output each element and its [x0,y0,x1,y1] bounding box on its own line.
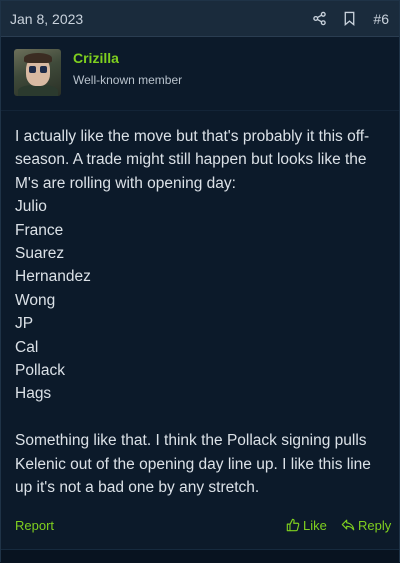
forum-post: Jan 8, 2023 #6 Crizilla Well-known membe… [0,0,400,563]
share-icon[interactable] [311,11,327,27]
body-line: up it's not a bad one by any stretch. [15,479,260,497]
user-block: Crizilla Well-known member [1,37,399,111]
post-footer: Report Like Reply [1,511,399,539]
body-blank-line [15,406,387,429]
bookmark-icon[interactable] [341,11,357,27]
body-line: Suarez [15,245,65,263]
reply-label: Reply [358,517,392,533]
thumbs-up-icon [286,518,303,532]
body-line: Julio [15,198,47,216]
body-line: Something like that. I think the Pollack… [15,432,367,450]
bottom-divider [1,549,399,563]
body-line: Hernandez [15,268,91,286]
post-date[interactable]: Jan 8, 2023 [10,11,301,27]
body-line: JP [15,315,34,333]
body-line: I actually like the move but that's prob… [15,128,370,145]
reply-arrow-icon [341,518,358,532]
body-line: M's are rolling with opening day: [15,174,236,192]
avatar[interactable] [14,49,61,96]
like-label: Like [303,517,327,533]
post-body: I actually like the move but that's prob… [15,125,387,499]
body-line: France [15,221,64,239]
user-title: Well-known member [73,73,183,87]
body-line: Hags [15,385,52,403]
username[interactable]: Crizilla [73,50,119,66]
body-line: Wong [15,291,56,309]
body-line: Pollack [15,362,65,380]
report-link[interactable]: Report [15,518,54,533]
post-header: Jan 8, 2023 #6 [1,1,399,37]
reply-button[interactable]: Reply [341,518,391,533]
body-line: Kelenic out of the opening day line up. … [15,455,371,473]
body-line: Cal [15,338,39,356]
post-number[interactable]: #6 [373,11,389,27]
like-button[interactable]: Like [286,518,327,533]
body-line: season. A trade might still happen but l… [15,151,367,169]
